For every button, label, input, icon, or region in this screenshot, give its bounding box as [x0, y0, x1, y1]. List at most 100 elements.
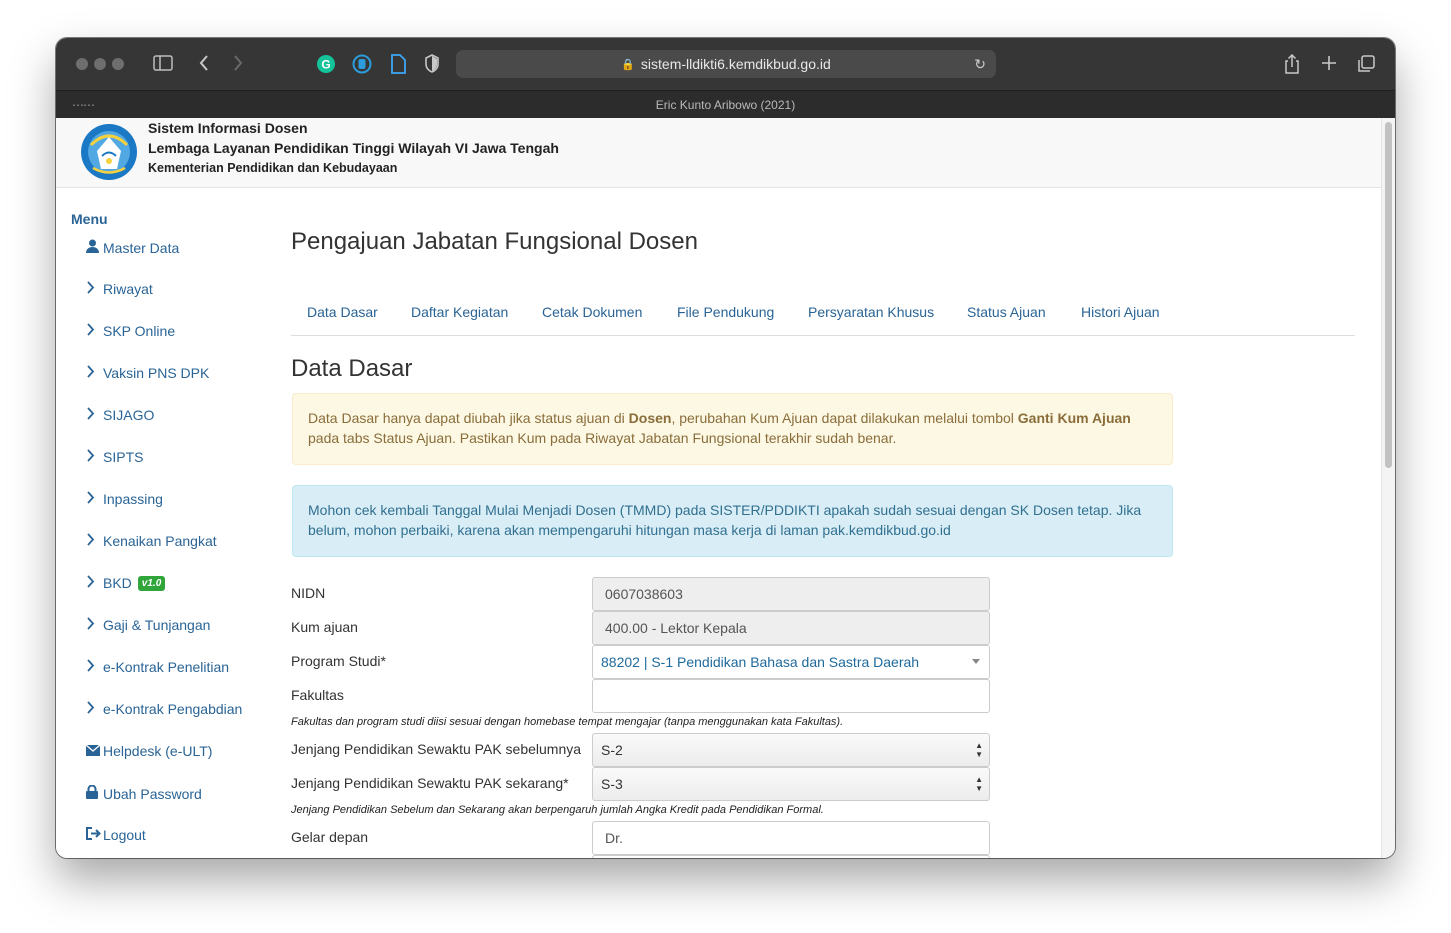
jenjang-help-text: Jenjang Pendidikan Sebelum dan Sekarang … [291, 804, 824, 816]
sidebar-item-ekontrak-penelitian[interactable]: e-Kontrak Penelitian [86, 659, 229, 675]
sidebar-item-label: e-Kontrak Pengabdian [103, 701, 243, 717]
warning-text: , perubahan Kum Ajuan dapat dilakukan me… [671, 410, 1018, 426]
sidebar-item-inpassing[interactable]: Inpassing [86, 491, 163, 507]
tab-status-ajuan[interactable]: Status Ajuan [967, 304, 1046, 320]
gelar-depan-input[interactable]: Dr. [592, 821, 990, 855]
select-updown-icon: ▲ ▼ [975, 741, 983, 759]
back-icon[interactable] [198, 54, 210, 75]
tab-data-dasar[interactable]: Data Dasar [307, 304, 378, 320]
active-tab-title[interactable]: Eric Kunto Aribowo (2021) [656, 98, 795, 112]
program-studi-value: 88202 | S-1 Pendidikan Bahasa dan Sastra… [601, 654, 920, 670]
sidebar-item-ekontrak-pengabdian[interactable]: e-Kontrak Pengabdian [86, 701, 242, 717]
content-tabs: Data Dasar Daftar Kegiatan Cetak Dokumen… [291, 296, 1355, 336]
menu-heading: Menu [71, 211, 108, 227]
sidebar-item-label: Gaji & Tunjangan [103, 617, 211, 633]
envelope-icon [85, 744, 103, 759]
address-bar[interactable]: 🔒 sistem-lldikti6.kemdikbud.go.id ↻ [456, 50, 996, 78]
sidebar-item-helpdesk[interactable]: Helpdesk (e-ULT) [85, 743, 213, 759]
kum-ajuan-label: Kum ajuan [291, 619, 358, 635]
warning-bold-dosen: Dosen [628, 410, 672, 426]
tab-daftar-kegiatan[interactable]: Daftar Kegiatan [411, 304, 508, 320]
chevron-right-icon [86, 407, 103, 423]
zoom-window-button[interactable] [112, 58, 124, 70]
scrollbar-thumb[interactable] [1385, 122, 1392, 468]
sidebar-item-vaksin[interactable]: Vaksin PNS DPK [86, 365, 209, 381]
kemdikbud-logo-icon [81, 124, 137, 180]
sidebar-toggle-icon[interactable] [153, 55, 173, 74]
sidebar-item-label: Logout [103, 827, 146, 843]
jenjang-sekarang-select[interactable]: S-3 ▲ ▼ [592, 767, 990, 801]
sidebar-item-sipts[interactable]: SIPTS [86, 449, 143, 465]
sidebar-item-label: SIPTS [103, 449, 144, 465]
tab-bar: ⋯⋯ Eric Kunto Aribowo (2021) [56, 90, 1395, 118]
url-text: sistem-lldikti6.kemdikbud.go.id [640, 56, 831, 72]
jenjang-sebelum-label: Jenjang Pendidikan Sewaktu PAK sebelumny… [291, 741, 582, 757]
sidebar-item-label: BKD [103, 575, 132, 591]
tab-histori-ajuan[interactable]: Histori Ajuan [1081, 304, 1160, 320]
forward-icon[interactable] [232, 54, 244, 75]
chevron-right-icon [86, 449, 103, 465]
kum-ajuan-field: 400.00 - Lektor Kepala [592, 611, 990, 645]
extension-shield-blue-icon[interactable] [352, 54, 372, 77]
jenjang-sebelum-select[interactable]: S-2 ▲ ▼ [592, 733, 990, 767]
sidebar-item-label: Helpdesk (e-ULT) [103, 743, 213, 759]
version-badge: v1.0 [137, 575, 166, 591]
tab-persyaratan-khusus[interactable]: Persyaratan Khusus [808, 304, 934, 320]
info-alert: Mohon cek kembali Tanggal Mulai Menjadi … [292, 485, 1173, 557]
sidebar-item-skp-online[interactable]: SKP Online [86, 323, 175, 339]
site-subtitle: Lembaga Layanan Pendidikan Tinggi Wilaya… [148, 140, 559, 156]
sidebar-item-bkd[interactable]: BKD v1.0 [86, 575, 166, 591]
lock-icon: 🔒 [621, 58, 635, 71]
reload-icon[interactable]: ↻ [974, 56, 986, 73]
page-title: Pengajuan Jabatan Fungsional Dosen [291, 228, 698, 255]
privacy-shield-icon[interactable] [424, 54, 440, 77]
chevron-right-icon [86, 575, 103, 591]
warning-bold-ganti-kum: Ganti Kum Ajuan [1017, 410, 1131, 426]
next-field-partial[interactable] [592, 855, 990, 858]
program-studi-label: Program Studi* [291, 653, 386, 669]
sidebar-item-ubah-password[interactable]: Ubah Password [86, 784, 202, 802]
tab-file-pendukung[interactable]: File Pendukung [677, 304, 774, 320]
grammarly-extension-icon[interactable]: G [316, 54, 336, 77]
fakultas-input[interactable] [592, 679, 990, 713]
sidebar-item-label: Kenaikan Pangkat [103, 533, 217, 549]
nidn-label: NIDN [291, 585, 326, 601]
chevron-right-icon [86, 491, 103, 507]
tab-cetak-dokumen[interactable]: Cetak Dokumen [542, 304, 642, 320]
section-title: Data Dasar [291, 355, 413, 382]
sidebar-item-sijago[interactable]: SIJAGO [86, 407, 154, 423]
document-extension-icon[interactable] [389, 54, 407, 77]
sidebar-item-label: Vaksin PNS DPK [103, 365, 210, 381]
warning-alert: Data Dasar hanya dapat diubah jika statu… [292, 393, 1173, 465]
sidebar-item-kenaikan-pangkat[interactable]: Kenaikan Pangkat [86, 533, 217, 549]
chevron-right-icon [86, 701, 103, 717]
close-window-button[interactable] [76, 58, 88, 70]
new-tab-icon[interactable] [1320, 54, 1338, 75]
share-icon[interactable] [1284, 53, 1300, 77]
web-page: Sistem Informasi Dosen Lembaga Layanan P… [56, 118, 1381, 858]
sidebar-item-gaji[interactable]: Gaji & Tunjangan [86, 617, 210, 633]
page-scrollbar[interactable] [1381, 118, 1395, 858]
tab-grid-icon[interactable]: ⋯⋯ [72, 98, 95, 112]
sidebar-item-master-data[interactable]: Master Data [86, 239, 179, 256]
program-studi-select[interactable]: 88202 | S-1 Pendidikan Bahasa dan Sastra… [592, 645, 990, 679]
sidebar-item-label: Master Data [103, 239, 180, 256]
sidebar-item-riwayat[interactable]: Riwayat [86, 281, 153, 297]
gelar-depan-value: Dr. [605, 830, 623, 846]
main-content: Pengajuan Jabatan Fungsional Dosen Data … [291, 188, 1381, 858]
tab-overview-icon[interactable] [1356, 54, 1376, 77]
warning-text: pada tabs Status Ajuan. Pastikan Kum pad… [308, 430, 897, 446]
sidebar-item-label: SIJAGO [103, 407, 155, 423]
browser-toolbar: G 🔒 sistem-lldikti6.kemdikbud.go.id ↻ [56, 38, 1395, 90]
user-icon [86, 239, 103, 256]
chevron-right-icon [86, 617, 103, 633]
minimize-window-button[interactable] [94, 58, 106, 70]
nidn-field: 0607038603 [592, 577, 990, 611]
sidebar-item-label: e-Kontrak Penelitian [103, 659, 230, 675]
sidebar-item-label: SKP Online [103, 323, 176, 339]
chevron-right-icon [86, 281, 103, 297]
chevron-right-icon [86, 365, 103, 381]
site-ministry: Kementerian Pendidikan dan Kebudayaan [148, 161, 398, 175]
chevron-right-icon [86, 659, 103, 675]
sidebar-item-logout[interactable]: Logout [86, 827, 146, 843]
